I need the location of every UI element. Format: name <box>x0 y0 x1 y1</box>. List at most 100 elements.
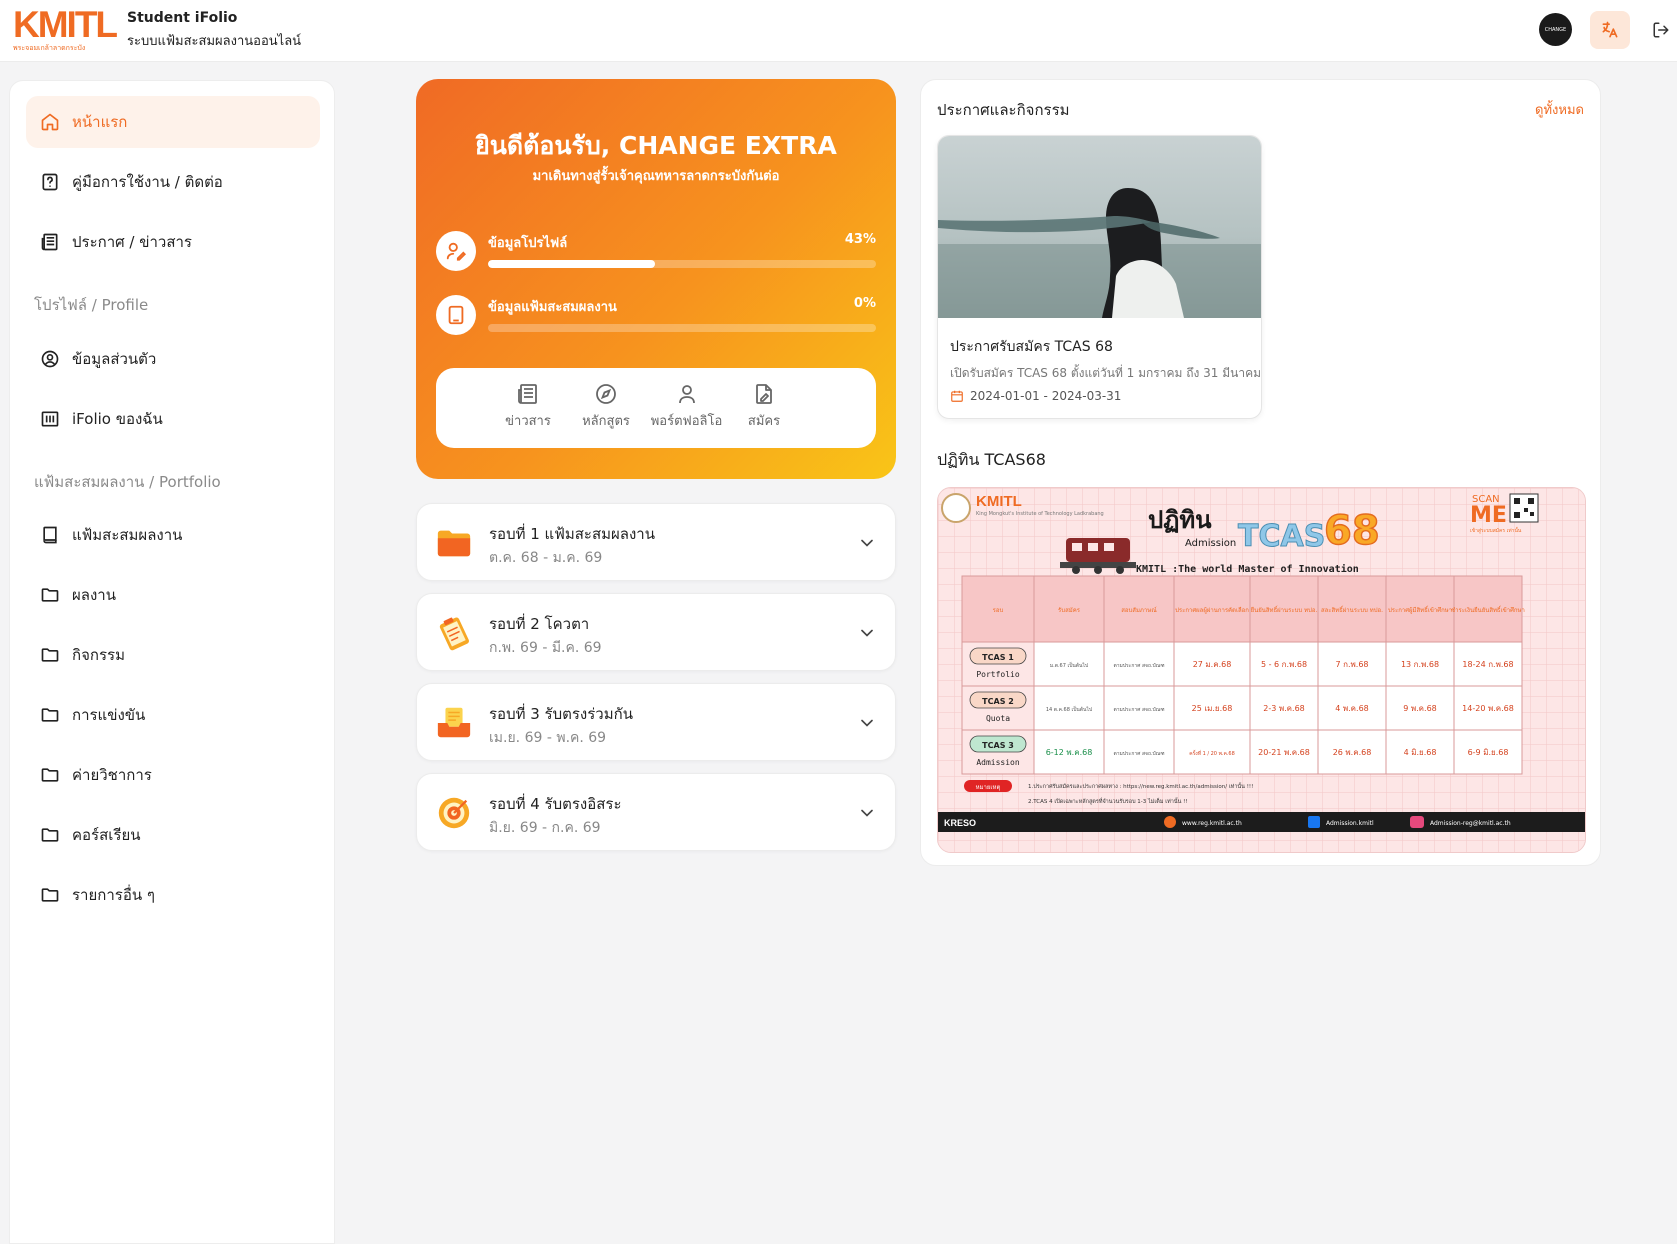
library-icon <box>41 411 59 427</box>
avatar[interactable]: CHANGE <box>1539 13 1572 46</box>
poster-table-cell: 5 - 6 ก.พ.68 <box>1261 660 1307 669</box>
user-circle-icon <box>41 350 59 368</box>
round-card-1[interactable]: รอบที่ 1 แฟ้มสะสมผลงาน ต.ค. 68 - ม.ค. 69 <box>416 503 896 581</box>
poster-table-cell: ตามประกาศ สจถ.บัณฑ <box>1113 707 1164 713</box>
news-card[interactable]: ประกาศรับสมัคร TCAS 68 เปิดรับสมัคร TCAS… <box>937 135 1262 419</box>
portfolio-progress-label: ข้อมูลแฟ้มสะสมผลงาน <box>488 300 617 315</box>
quick-link-label: พอร์ตฟอลิโอ <box>650 414 723 429</box>
poster-table-cell: 14 ต.ค.68 เป็นต้นไป <box>1046 705 1092 713</box>
poster-footer-facebook: Admission.kmitl <box>1326 820 1374 827</box>
sidebar-item-works[interactable]: ผลงาน <box>26 569 320 621</box>
poster-year: 68 <box>1324 508 1380 554</box>
chevron-down-icon[interactable] <box>857 623 877 643</box>
quick-link-news[interactable]: ข่าวสาร <box>488 382 568 431</box>
sidebar-item-manual[interactable]: คู่มือการใช้งาน / ติดต่อ <box>26 156 320 208</box>
quick-link-programs[interactable]: หลักสูตร <box>566 382 646 431</box>
kmitl-logo[interactable]: KMITL พระจอมเกล้าลาดกระบัง <box>13 4 118 53</box>
quick-link-apply[interactable]: สมัคร <box>724 382 804 431</box>
logo-text: KMITL <box>13 4 118 45</box>
poster-round-badge: TCAS 1 <box>982 653 1014 662</box>
poster-heading-sub: Admission <box>1185 538 1236 549</box>
poster-note-label: หมายเหตุ <box>976 784 1001 791</box>
sidebar-item-label: iFolio ของฉัน <box>72 410 163 428</box>
poster-footer-kreso: KRESO <box>944 818 976 828</box>
announcements-panel: ประกาศและกิจกรรม ดูทั้งหมด ประกาศรับสมัค… <box>920 79 1601 866</box>
sidebar-item-activities[interactable]: กิจกรรม <box>26 629 320 681</box>
sidebar-item-label: ข้อมูลส่วนตัว <box>72 350 157 368</box>
sidebar-item-competitions[interactable]: การแข่งขัน <box>26 689 320 741</box>
round-card-4[interactable]: รอบที่ 4 รับตรงอิสระ มิ.ย. 69 - ก.ค. 69 <box>416 773 896 851</box>
round-card-3[interactable]: รอบที่ 3 รับตรงร่วมกัน เม.ย. 69 - พ.ค. 6… <box>416 683 896 761</box>
poster-table-cell: 6-12 พ.ค.68 <box>1046 748 1093 757</box>
poster-logo-text: KMITL <box>976 493 1022 510</box>
portfolio-progress-icon-badge <box>436 295 476 335</box>
portfolio-progress-percent: 0% <box>853 296 876 311</box>
sidebar-item-label: คอร์สเรียน <box>72 826 141 844</box>
poster-note-1: 1.ประกาศรับสมัครและประกาศผลทาง : https:/… <box>1028 782 1253 790</box>
poster-table-header: ยืนยันสิทธิ์ผ่านระบบ ทปอ. <box>1250 605 1317 614</box>
sidebar-item-courses[interactable]: คอร์สเรียน <box>26 809 320 861</box>
folder-icon <box>41 708 59 722</box>
poster-table-cell: 4 มิ.ย.68 <box>1404 748 1437 757</box>
sidebar-item-news[interactable]: ประกาศ / ข่าวสาร <box>26 216 320 268</box>
facebook-icon <box>1308 816 1320 828</box>
poster-table-cell: 27 ม.ค.68 <box>1193 660 1232 669</box>
round-date: ก.พ. 69 - มี.ค. 69 <box>489 640 602 656</box>
poster-table-cell: 6-9 มิ.ย.68 <box>1468 748 1509 757</box>
logout-icon <box>1653 22 1669 38</box>
chevron-down-icon[interactable] <box>857 803 877 823</box>
poster-table-cell: 25 เม.ย.68 <box>1192 704 1233 713</box>
profile-progress-bar <box>488 260 876 268</box>
quick-link-label: สมัคร <box>747 414 781 429</box>
poster-table-cell: 26 พ.ค.68 <box>1333 748 1372 757</box>
logout-button[interactable] <box>1648 17 1674 43</box>
sidebar-item-others[interactable]: รายการอื่น ๆ <box>26 869 320 921</box>
newspaper-icon <box>41 233 58 251</box>
book-icon <box>43 526 57 544</box>
sidebar-item-label: ประกาศ / ข่าวสาร <box>72 233 192 251</box>
folder-color-icon <box>437 530 471 557</box>
folder-icon <box>41 648 59 662</box>
poster-tcas: TCAS <box>1238 519 1325 554</box>
sidebar-item-portfolio[interactable]: แฟ้มสะสมผลงาน <box>26 509 320 561</box>
chevron-down-icon[interactable] <box>857 533 877 553</box>
round-date: มิ.ย. 69 - ก.ค. 69 <box>489 820 601 836</box>
chevron-down-icon[interactable] <box>857 713 877 733</box>
tcas-calendar-poster[interactable]: KMITL King Mongkut's Institute of Techno… <box>937 487 1586 853</box>
sidebar-item-label: กิจกรรม <box>72 646 125 664</box>
app-title: Student iFolio <box>127 10 238 26</box>
poster-logo-sub: King Mongkut's Institute of Technology L… <box>976 511 1104 517</box>
file-signature-icon <box>756 384 772 404</box>
quick-link-label: ข่าวสาร <box>505 414 551 429</box>
poster-table-cell: 9 พ.ค.68 <box>1403 704 1437 713</box>
poster-table-cell: 13 ก.พ.68 <box>1401 660 1439 669</box>
help-icon <box>42 173 58 191</box>
round-card-2[interactable]: รอบที่ 2 โควตา ก.พ. 69 - มี.ค. 69 <box>416 593 896 671</box>
profile-progress-icon-badge <box>436 231 476 271</box>
sidebar-item-my-ifolio[interactable]: iFolio ของฉัน <box>26 393 320 445</box>
quick-links: ข่าวสาร หลักสูตร พอร์ตฟอลิโอ สมัคร <box>436 368 876 448</box>
avatar-text: CHANGE <box>1544 26 1567 33</box>
sidebar-item-personal-info[interactable]: ข้อมูลส่วนตัว <box>26 333 320 385</box>
target-color-icon <box>438 797 470 829</box>
poster-table-cell: 7 ก.พ.68 <box>1335 660 1368 669</box>
poster-table-cell: ตามประกาศ สจถ.บัณฑ <box>1113 663 1164 669</box>
poster-tagline: KMITL :The world Master of Innovation <box>1136 563 1359 575</box>
compass-icon <box>596 384 616 404</box>
sidebar-item-home[interactable]: หน้าแรก <box>26 96 320 148</box>
poster-note-2: 2.TCAS 4 เปิดเฉพาะหลักสูตรที่จำนวนรับรอบ… <box>1028 797 1188 805</box>
calendar-icon <box>951 390 963 402</box>
poster-footer-website: www.reg.kmitl.ac.th <box>1182 820 1242 827</box>
news-title: ประกาศรับสมัคร TCAS 68 <box>950 339 1113 355</box>
section-profile-heading: โปรไฟล์ / Profile <box>34 296 149 314</box>
poster-round-sub: Admission <box>976 758 1020 767</box>
poster-table-cell: 18-24 ก.พ.68 <box>1462 660 1513 669</box>
language-button[interactable] <box>1590 11 1630 49</box>
quick-link-portfolio[interactable]: พอร์ตฟอลิโอ <box>644 382 729 431</box>
sidebar-item-academic-camps[interactable]: ค่ายวิชาการ <box>26 749 320 801</box>
poster-table-cell: 4 พ.ค.68 <box>1335 704 1369 713</box>
poster-table-header: ชำระเงินยืนยันสิทธิ์เข้าศึกษา <box>1451 605 1525 614</box>
profile-progress-percent: 43% <box>844 232 876 247</box>
view-all-link[interactable]: ดูทั้งหมด <box>1535 99 1584 120</box>
poster-table-header: สละสิทธิ์ผ่านระบบ ทปอ. <box>1321 605 1383 614</box>
